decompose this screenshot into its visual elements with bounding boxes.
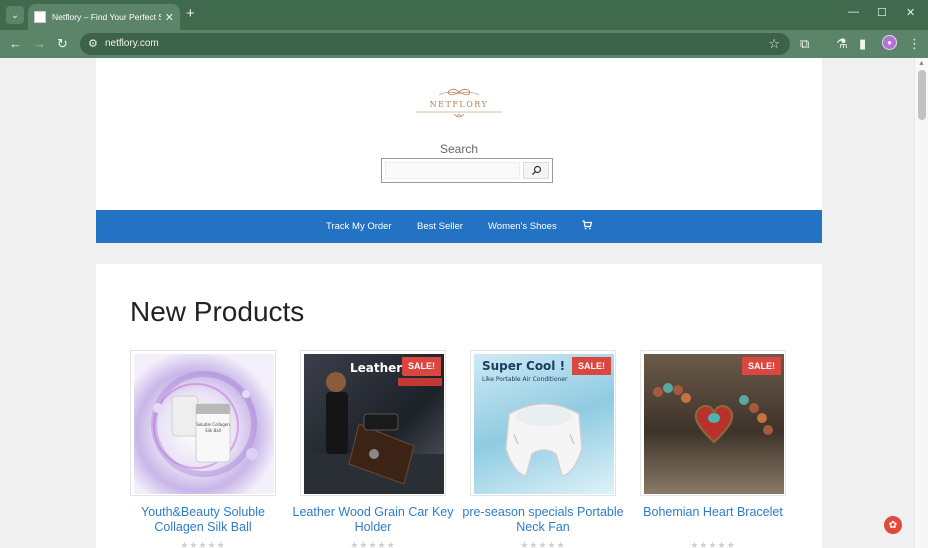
products-section: New Products Soluble Collagen Silk Ball — [96, 264, 822, 548]
site-header: NETFLORY Search — [96, 58, 822, 210]
favicon-icon — [34, 11, 46, 23]
sale-badge: SALE! — [742, 357, 781, 375]
rating-stars-icon: ★★★★★ — [690, 540, 736, 548]
nav-item-track-order[interactable]: Track My Order — [326, 221, 392, 232]
menu-kebab-icon[interactable]: ⋮ — [908, 36, 921, 52]
neck-fan-product-icon: Super Cool ! Like Portable Air Condition… — [482, 359, 583, 477]
svg-text:Silk Ball: Silk Ball — [205, 428, 221, 433]
img-caption: Super Cool ! — [482, 359, 565, 373]
tab-title: Netflory – Find Your Perfect St — [52, 12, 161, 22]
url-text: netflory.com — [105, 38, 159, 49]
extensions-icon[interactable]: ⧉ — [800, 36, 809, 52]
main-navigation: Track My Order Best Seller Women's Shoes — [96, 210, 822, 243]
bookmark-star-icon[interactable]: ☆ — [768, 36, 780, 52]
collagen-product-icon: Soluble Collagen Silk Ball — [151, 371, 258, 477]
product-name[interactable]: Bohemian Heart Bracelet — [630, 505, 796, 520]
search-icon — [531, 165, 541, 175]
rating-stars-icon: ★★★★★ — [520, 540, 566, 548]
browser-tab-bar: ⌄ Netflory – Find Your Perfect St ✕ + — … — [0, 0, 928, 30]
search-form — [381, 158, 553, 183]
logo-text: NETFLORY — [429, 100, 489, 109]
close-window-icon[interactable]: ✕ — [906, 6, 915, 19]
sale-badge: SALE! — [572, 357, 611, 375]
browser-toolbar: ← → ↻ ⚙ netflory.com ☆ ⧉ ⚗ ▮ ⋮ — [0, 30, 928, 58]
scroll-up-icon[interactable]: ▲ — [918, 60, 925, 67]
close-tab-icon[interactable]: ✕ — [165, 11, 174, 24]
svg-text:Soluble Collagen: Soluble Collagen — [196, 422, 230, 427]
forward-icon[interactable]: → — [33, 36, 46, 52]
svg-text:Leather: Leather — [350, 361, 402, 375]
address-bar[interactable]: ⚙ netflory.com ☆ — [80, 33, 790, 55]
page-viewport: NETFLORY Search Track My Order Best Sell… — [0, 58, 928, 548]
minimize-icon[interactable]: — — [848, 6, 859, 18]
scroll-thumb[interactable] — [918, 70, 926, 120]
product-name[interactable]: Leather Wood Grain Car Key Holder — [290, 505, 456, 535]
reload-icon[interactable]: ↻ — [57, 36, 68, 52]
rating-stars-icon: ★★★★★ — [350, 540, 396, 548]
search-label: Search — [439, 142, 479, 156]
sale-badge: SALE! — [402, 357, 441, 375]
product-name[interactable]: Youth&Beauty Soluble Collagen Silk Ball — [120, 505, 286, 535]
side-panel-icon[interactable]: ▮ — [859, 36, 866, 52]
bracelet-product-icon — [653, 383, 773, 444]
product-name[interactable]: pre-season specials Portable Neck Fan — [460, 505, 626, 535]
tab-search-button[interactable]: ⌄ — [6, 6, 24, 24]
key-holder-product-icon: Leather — [304, 361, 444, 494]
maximize-icon[interactable]: ☐ — [877, 6, 887, 19]
search-button[interactable] — [523, 162, 549, 179]
section-title: New Products — [130, 296, 305, 327]
product-image[interactable]: Soluble Collagen Silk Ball — [130, 350, 276, 496]
back-icon[interactable]: ← — [9, 36, 22, 52]
page-scrollbar[interactable]: ▲ — [914, 58, 928, 548]
product-image[interactable]: Leather SALE! — [300, 350, 446, 496]
cart-icon[interactable] — [582, 220, 593, 233]
product-image[interactable]: SALE! — [640, 350, 786, 496]
profile-avatar[interactable]: ● — [882, 35, 897, 50]
site-logo[interactable]: NETFLORY — [414, 86, 504, 122]
svg-text:Like Portable Air Conditioner: Like Portable Air Conditioner — [482, 376, 568, 383]
product-image[interactable]: Super Cool ! Like Portable Air Condition… — [470, 350, 616, 496]
nav-item-womens-shoes[interactable]: Women's Shoes — [488, 221, 557, 232]
browser-tab[interactable]: Netflory – Find Your Perfect St ✕ — [28, 4, 180, 30]
floating-gift-icon[interactable]: ✿ — [884, 516, 902, 534]
labs-icon[interactable]: ⚗ — [836, 36, 848, 52]
search-input[interactable] — [385, 162, 520, 179]
site-settings-icon[interactable]: ⚙ — [88, 37, 98, 50]
new-tab-icon[interactable]: + — [186, 6, 195, 22]
nav-item-best-seller[interactable]: Best Seller — [417, 221, 463, 232]
rating-stars-icon: ★★★★★ — [180, 540, 226, 548]
